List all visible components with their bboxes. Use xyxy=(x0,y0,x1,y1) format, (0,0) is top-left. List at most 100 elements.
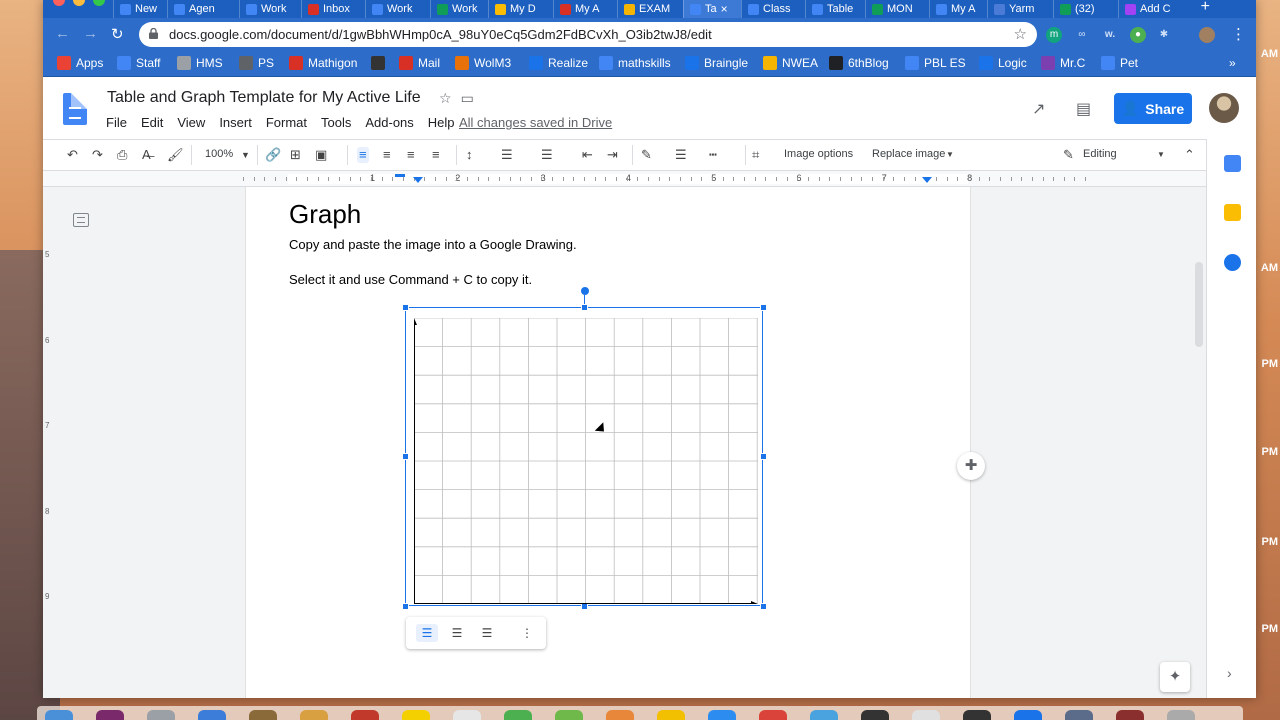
dock-app-icon[interactable] xyxy=(504,710,532,720)
paint-format-icon[interactable]: 🖌 xyxy=(167,147,184,163)
resize-handle[interactable] xyxy=(760,304,767,311)
increase-indent-icon[interactable]: ⇥ xyxy=(607,147,618,163)
browser-tab[interactable]: Class xyxy=(741,0,805,18)
bookmark-item[interactable]: PBL ES xyxy=(905,56,966,70)
more-bookmarks-icon[interactable]: » xyxy=(1229,56,1236,70)
dock-app-icon[interactable] xyxy=(351,710,379,720)
browser-menu-icon[interactable]: ⋮ xyxy=(1231,25,1246,43)
close-tab-icon[interactable]: × xyxy=(721,2,728,16)
align-center-icon[interactable]: ≡ xyxy=(383,147,391,163)
move-folder-icon[interactable]: ▭ xyxy=(461,90,474,107)
browser-tab[interactable]: Work xyxy=(365,0,430,18)
browser-tab[interactable]: EXAM xyxy=(617,0,683,18)
dock-app-icon[interactable] xyxy=(1065,710,1093,720)
left-indent-marker[interactable] xyxy=(413,177,423,183)
menu-item[interactable]: Format xyxy=(266,115,307,130)
bookmark-item[interactable]: Logic xyxy=(979,56,1027,70)
dock-app-icon[interactable] xyxy=(708,710,736,720)
justify-icon[interactable]: ≡ xyxy=(432,147,440,163)
browser-tab[interactable]: Ta × xyxy=(683,0,741,18)
crop-image-icon[interactable]: ⌗ xyxy=(752,147,759,163)
dock-app-icon[interactable] xyxy=(963,710,991,720)
resize-handle[interactable] xyxy=(402,603,409,610)
extension-m-icon[interactable]: m xyxy=(1046,27,1062,43)
activity-trend-icon[interactable]: ↗ xyxy=(1032,99,1045,119)
dock-app-icon[interactable] xyxy=(147,710,175,720)
dock-app-icon[interactable] xyxy=(657,710,685,720)
browser-tab[interactable]: Table xyxy=(805,0,865,18)
resize-handle[interactable] xyxy=(402,453,409,460)
tasks-icon[interactable] xyxy=(1224,254,1241,271)
dock-app-icon[interactable] xyxy=(198,710,226,720)
document-outline-icon[interactable] xyxy=(73,213,89,227)
border-weight-icon[interactable]: ☰ xyxy=(675,147,687,163)
replace-image-dropdown-icon[interactable]: ▼ xyxy=(946,147,954,163)
dock-app-icon[interactable] xyxy=(249,710,277,720)
vertical-scrollbar[interactable] xyxy=(1195,262,1203,347)
browser-tab[interactable]: Work xyxy=(239,0,301,18)
close-window-icon[interactable] xyxy=(53,0,65,6)
dock-app-icon[interactable] xyxy=(45,710,73,720)
more-options-icon[interactable]: ⋮ xyxy=(516,624,538,642)
resize-handle[interactable] xyxy=(760,603,767,610)
resize-handle[interactable] xyxy=(581,304,588,311)
menu-item[interactable]: View xyxy=(177,115,205,130)
keep-icon[interactable] xyxy=(1224,204,1241,221)
bookmark-star-icon[interactable]: ☆ xyxy=(1014,25,1027,43)
profile-avatar[interactable] xyxy=(1199,27,1215,43)
browser-tab[interactable]: Agen xyxy=(167,0,239,18)
decrease-indent-icon[interactable]: ⇤ xyxy=(582,147,593,163)
resize-handle[interactable] xyxy=(402,304,409,311)
dock-app-icon[interactable] xyxy=(402,710,430,720)
bookmark-item[interactable]: Braingle xyxy=(685,56,748,70)
address-bar[interactable]: docs.google.com/document/d/1gwBbhWHmp0cA… xyxy=(139,22,1037,47)
browser-tab[interactable]: MON xyxy=(865,0,929,18)
extension-grammarly-icon[interactable]: ● xyxy=(1130,27,1146,43)
browser-tab[interactable]: (32) xyxy=(1053,0,1118,18)
inline-wrap-icon[interactable]: ☰ xyxy=(416,624,438,642)
line-spacing-icon[interactable]: ↕ xyxy=(466,147,473,163)
zoom-select[interactable]: 100% xyxy=(205,148,233,160)
replace-image-button[interactable]: Replace image xyxy=(872,148,945,160)
dock-app-icon[interactable] xyxy=(606,710,634,720)
zoom-window-icon[interactable] xyxy=(93,0,105,6)
menu-item[interactable]: Insert xyxy=(219,115,252,130)
spellcheck-icon[interactable]: A̶ xyxy=(142,147,151,163)
browser-tab[interactable]: Add C xyxy=(1118,0,1193,18)
align-left-icon[interactable]: ≡ xyxy=(357,147,369,163)
collapse-toolbar-icon[interactable]: ⌃ xyxy=(1184,147,1195,163)
bookmark-item[interactable]: 6thBlog xyxy=(829,56,889,70)
bookmark-item[interactable]: NWEA xyxy=(763,56,818,70)
add-comment-button[interactable]: ✚ xyxy=(957,452,985,480)
insert-link-icon[interactable]: 🔗 xyxy=(265,147,281,163)
bookmark-item[interactable]: Realize xyxy=(529,56,588,70)
menu-item[interactable]: Add-ons xyxy=(365,115,413,130)
forward-icon[interactable]: → xyxy=(83,25,98,42)
dock-app-icon[interactable] xyxy=(759,710,787,720)
reload-icon[interactable]: ↻ xyxy=(111,25,124,43)
bulleted-list-icon[interactable]: ☰ xyxy=(541,147,553,163)
editing-mode-select[interactable]: Editing xyxy=(1083,148,1117,160)
browser-tab[interactable]: Work xyxy=(430,0,488,18)
numbered-list-icon[interactable]: ☰ xyxy=(501,147,513,163)
dock-app-icon[interactable] xyxy=(1116,710,1144,720)
dock-app-icon[interactable] xyxy=(810,710,838,720)
dock-app-icon[interactable] xyxy=(453,710,481,720)
rotate-handle[interactable] xyxy=(581,287,589,295)
browser-tab[interactable]: My D xyxy=(488,0,553,18)
browser-tab[interactable]: New xyxy=(113,0,167,18)
dock-app-icon[interactable] xyxy=(912,710,940,720)
dock-app-icon[interactable] xyxy=(861,710,889,720)
browser-tab[interactable]: My A xyxy=(929,0,987,18)
share-button[interactable]: 👤 Share xyxy=(1114,93,1192,124)
browser-tab[interactable]: Inbox xyxy=(301,0,365,18)
expand-panel-icon[interactable]: › xyxy=(1227,665,1232,681)
bookmark-item[interactable]: HMS xyxy=(177,56,223,70)
selected-image[interactable] xyxy=(402,287,767,610)
extension-link-icon[interactable]: ∞ xyxy=(1074,27,1090,43)
bookmark-item[interactable] xyxy=(371,56,390,70)
menu-item[interactable]: Help xyxy=(428,115,455,130)
bookmark-item[interactable]: mathskills xyxy=(599,56,671,70)
first-line-indent-marker[interactable] xyxy=(395,174,405,177)
dock-app-icon[interactable] xyxy=(1167,710,1195,720)
